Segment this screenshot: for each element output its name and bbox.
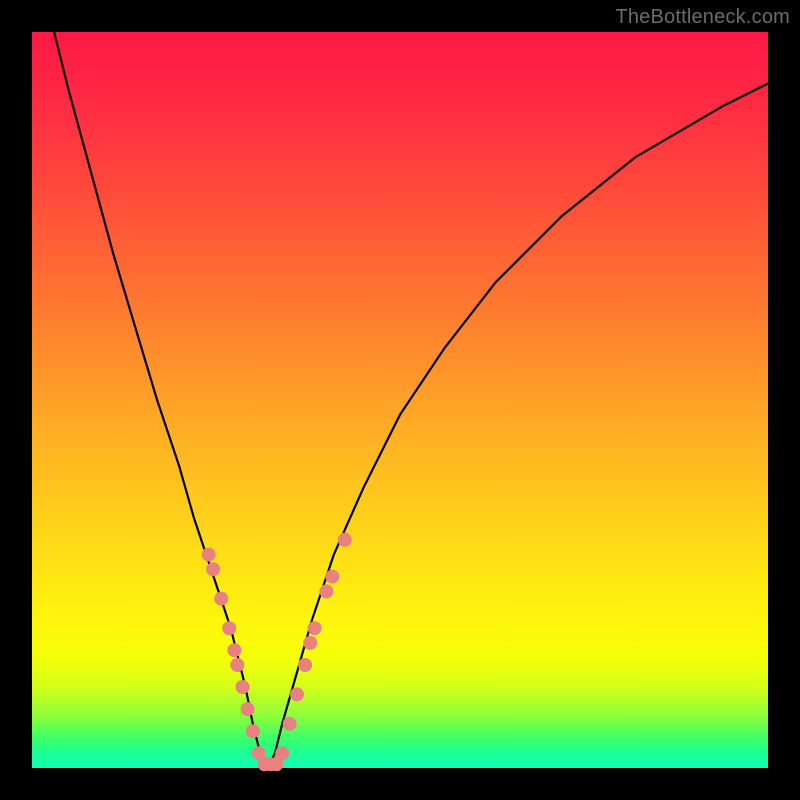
highlight-dot	[303, 636, 317, 650]
highlight-dot	[308, 621, 322, 635]
highlight-dot	[206, 562, 220, 576]
highlight-dot	[246, 724, 260, 738]
highlight-dot	[230, 658, 244, 672]
highlight-dot	[283, 717, 297, 731]
highlight-dot	[325, 570, 339, 584]
highlight-dot	[214, 592, 228, 606]
highlight-dot	[222, 621, 236, 635]
bottleneck-curve	[54, 32, 768, 768]
highlight-dot	[319, 584, 333, 598]
highlight-dot	[241, 702, 255, 716]
highlight-dot	[298, 658, 312, 672]
highlight-dot	[227, 643, 241, 657]
highlight-dot	[275, 746, 289, 760]
highlight-dot	[290, 687, 304, 701]
highlight-dot	[202, 548, 216, 562]
watermark-text: TheBottleneck.com	[615, 6, 790, 29]
curve-layer	[32, 32, 768, 768]
plot-area	[32, 32, 768, 768]
highlight-dot	[236, 680, 250, 694]
chart-frame: TheBottleneck.com	[0, 0, 800, 800]
highlight-dot	[338, 533, 352, 547]
